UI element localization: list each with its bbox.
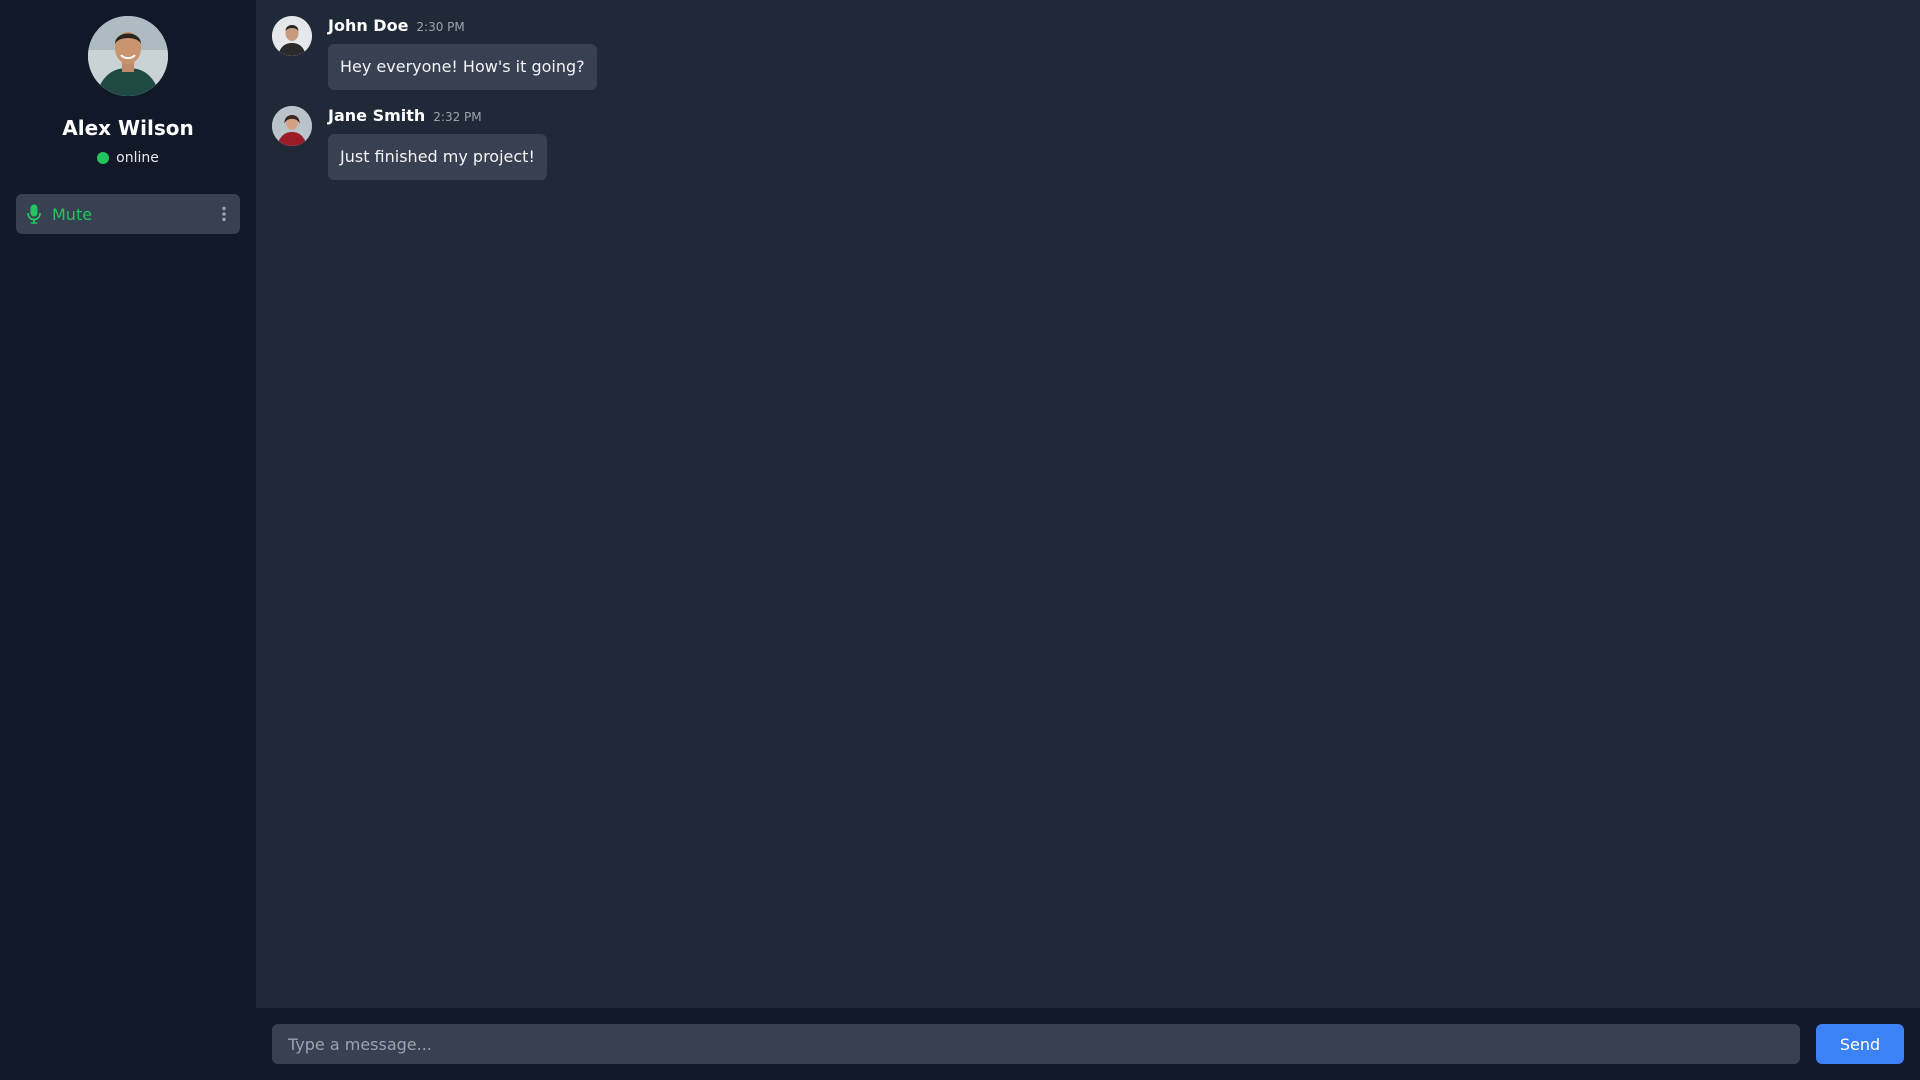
message-composer: Send bbox=[256, 1008, 1920, 1080]
more-vertical-icon[interactable] bbox=[218, 204, 230, 224]
profile-avatar[interactable] bbox=[88, 16, 168, 96]
avatar-photo-icon bbox=[272, 106, 312, 146]
message-author[interactable]: Jane Smith bbox=[328, 106, 425, 125]
profile-name: Alex Wilson bbox=[62, 116, 194, 140]
message-time: 2:32 PM bbox=[433, 110, 482, 124]
message-avatar[interactable] bbox=[272, 16, 312, 56]
user-status: online bbox=[97, 148, 159, 168]
status-dot-icon bbox=[97, 152, 110, 164]
app-root: Alex Wilson online Mute John Doe 2:30 PM… bbox=[0, 0, 1920, 1080]
status-text: online bbox=[116, 150, 159, 166]
message-item: Jane Smith 2:32 PM Just finished my proj… bbox=[272, 106, 1904, 180]
message-item: John Doe 2:30 PM Hey everyone! How's it … bbox=[272, 16, 1904, 90]
message-time: 2:30 PM bbox=[416, 20, 465, 34]
send-button[interactable]: Send bbox=[1816, 1024, 1904, 1064]
message-bubble: Hey everyone! How's it going? bbox=[328, 44, 597, 90]
message-bubble: Just finished my project! bbox=[328, 134, 547, 180]
message-list: John Doe 2:30 PM Hey everyone! How's it … bbox=[256, 0, 1920, 1008]
message-input[interactable] bbox=[272, 1024, 1800, 1064]
mute-label: Mute bbox=[52, 204, 93, 224]
message-body: Jane Smith 2:32 PM Just finished my proj… bbox=[328, 106, 547, 180]
profile-photo-icon bbox=[88, 16, 168, 96]
microphone-icon bbox=[27, 204, 41, 224]
message-body: John Doe 2:30 PM Hey everyone! How's it … bbox=[328, 16, 597, 90]
mute-button[interactable]: Mute bbox=[16, 194, 240, 234]
message-header: Jane Smith 2:32 PM bbox=[328, 106, 547, 128]
avatar-photo-icon bbox=[272, 16, 312, 56]
message-header: John Doe 2:30 PM bbox=[328, 16, 597, 38]
sidebar: Alex Wilson online Mute bbox=[0, 0, 256, 1080]
message-avatar[interactable] bbox=[272, 106, 312, 146]
chat-main: John Doe 2:30 PM Hey everyone! How's it … bbox=[256, 0, 1920, 1080]
message-author[interactable]: John Doe bbox=[328, 16, 408, 35]
